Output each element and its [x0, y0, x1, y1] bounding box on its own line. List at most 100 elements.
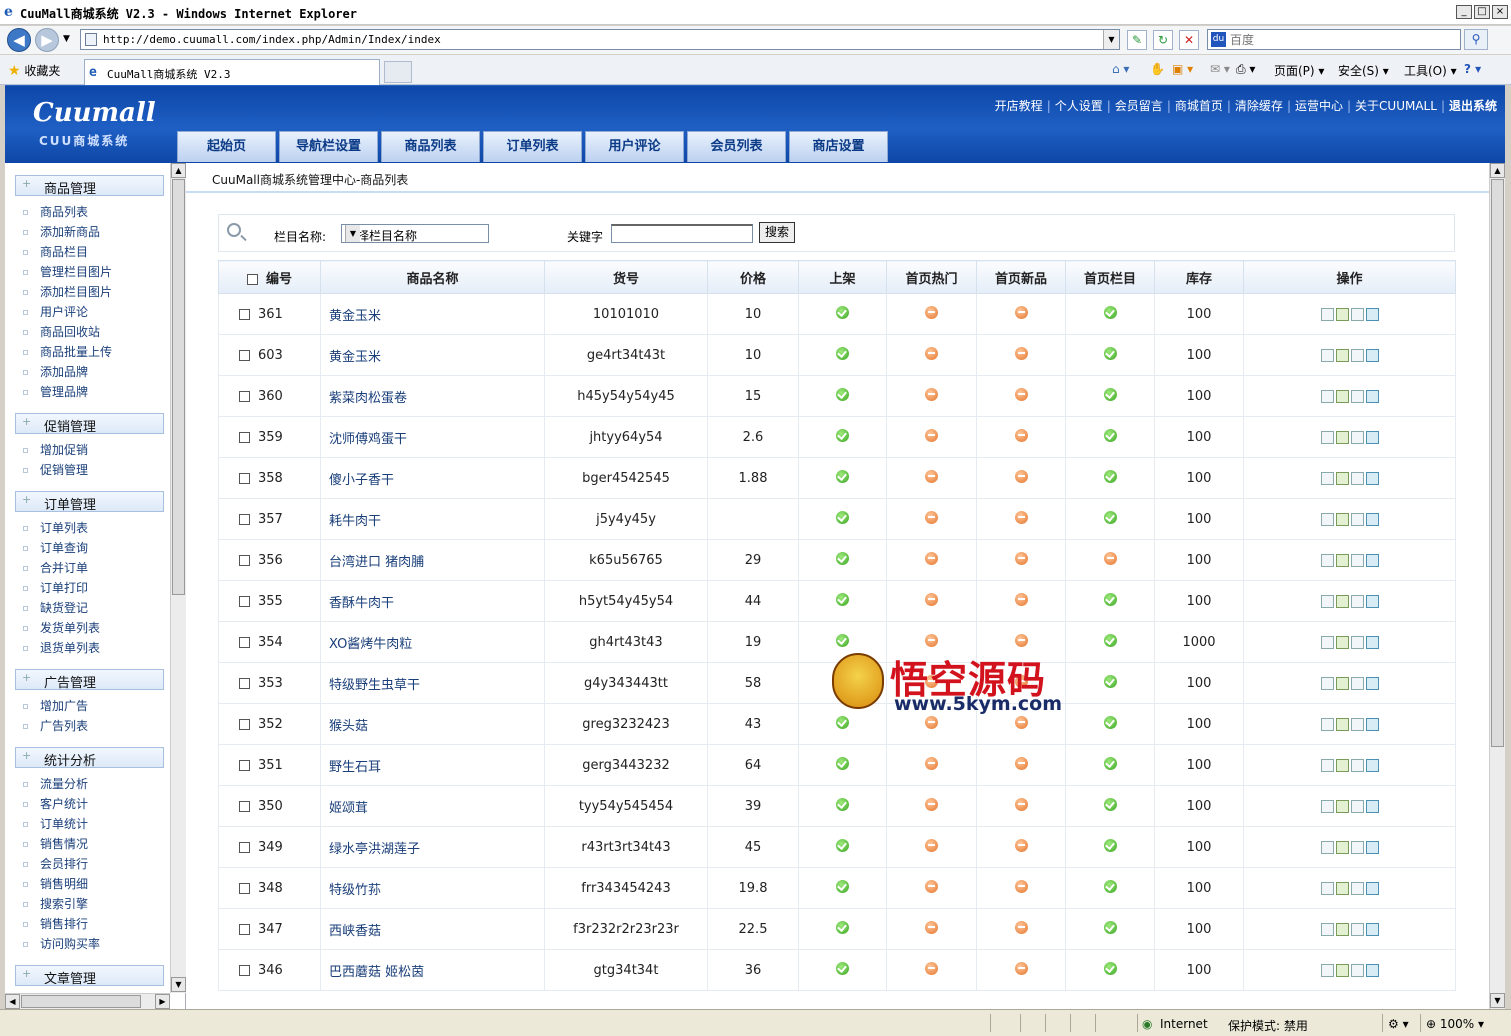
cell-name[interactable]: 特级竹荪	[320, 867, 545, 909]
row-checkbox[interactable]	[239, 800, 250, 812]
tab-order-list[interactable]: 订单列表	[483, 131, 582, 162]
no-icon[interactable]	[1014, 346, 1028, 360]
compat-view-icon[interactable]: ✎	[1127, 30, 1147, 50]
sidebar-item[interactable]: 订单统计	[23, 815, 88, 832]
sidebar-item[interactable]: 会员排行	[23, 855, 88, 872]
no-icon[interactable]	[1014, 469, 1028, 483]
copy-icon[interactable]	[1350, 389, 1364, 403]
copy-icon[interactable]	[1350, 512, 1364, 526]
view-icon[interactable]	[1320, 922, 1334, 936]
copy-icon[interactable]	[1350, 553, 1364, 567]
sidebar-item[interactable]: 销售明细	[23, 875, 88, 892]
edit-icon[interactable]	[1335, 553, 1349, 567]
yes-icon[interactable]	[836, 756, 849, 770]
address-dropdown-icon[interactable]: ▼	[1103, 30, 1119, 49]
yes-icon[interactable]	[1103, 633, 1117, 647]
delete-icon[interactable]	[1365, 881, 1379, 895]
edit-icon[interactable]	[1335, 389, 1349, 403]
logout-link[interactable]: 退出系统	[1449, 99, 1497, 113]
copy-icon[interactable]	[1350, 307, 1364, 321]
sidebar-item[interactable]: 发货单列表	[23, 619, 100, 636]
yes-icon[interactable]	[836, 387, 849, 401]
row-checkbox[interactable]	[239, 964, 250, 976]
copy-icon[interactable]	[1350, 963, 1364, 977]
sidebar-item[interactable]: 增加促销	[23, 441, 88, 458]
edit-icon[interactable]	[1335, 594, 1349, 608]
scroll-left-icon[interactable]: ◀	[5, 994, 20, 1009]
link-open-tutorial[interactable]: 开店教程	[995, 99, 1043, 113]
view-icon[interactable]	[1320, 758, 1334, 772]
no-icon[interactable]	[1103, 551, 1117, 565]
cell-name[interactable]: 姬颂茸	[320, 785, 545, 827]
sidebar-group[interactable]: + 文章管理	[15, 965, 164, 987]
refresh-icon[interactable]: ↻	[1153, 30, 1173, 50]
edit-icon[interactable]	[1335, 840, 1349, 854]
no-icon[interactable]	[925, 920, 938, 934]
browser-tab[interactable]: e CuuMall商城系统 V2.3	[84, 59, 380, 85]
row-checkbox[interactable]	[239, 677, 250, 689]
address-bar[interactable]: http://demo.cuumall.com/index.php/Admin/…	[80, 29, 1120, 50]
yes-icon[interactable]	[836, 879, 849, 893]
cell-name[interactable]: 西峡香菇	[320, 908, 545, 950]
delete-icon[interactable]	[1365, 389, 1379, 403]
row-checkbox[interactable]	[239, 472, 250, 484]
delete-icon[interactable]	[1365, 635, 1379, 649]
back-button[interactable]: ◀	[7, 28, 31, 52]
zoom-control[interactable]: ⊕ 100% ▾	[1426, 1017, 1484, 1031]
copy-icon[interactable]	[1350, 471, 1364, 485]
no-icon[interactable]	[1014, 838, 1028, 852]
cell-name[interactable]: 沈师傅鸡蛋干	[320, 416, 545, 458]
yes-icon[interactable]	[836, 346, 849, 360]
sidebar-group[interactable]: + 商品管理	[15, 175, 164, 197]
copy-icon[interactable]	[1350, 676, 1364, 690]
yes-icon[interactable]	[836, 920, 849, 934]
page-menu[interactable]: 页面(P) ▾	[1274, 62, 1324, 79]
yes-icon[interactable]	[1103, 797, 1117, 811]
no-icon[interactable]	[1014, 551, 1028, 565]
copy-icon[interactable]	[1350, 840, 1364, 854]
copy-icon[interactable]	[1350, 430, 1364, 444]
no-icon[interactable]	[1014, 633, 1028, 647]
no-icon[interactable]	[1014, 879, 1028, 893]
sidebar-hscrollbar[interactable]: ◀ ▶	[5, 993, 170, 1009]
sidebar-item[interactable]: 添加栏目图片	[23, 283, 112, 300]
edit-icon[interactable]	[1335, 799, 1349, 813]
sidebar-item[interactable]: 客户统计	[23, 795, 88, 812]
search-box[interactable]: du	[1207, 29, 1461, 50]
yes-icon[interactable]	[1103, 961, 1117, 975]
sidebar-item[interactable]: 退货单列表	[23, 639, 100, 656]
yes-icon[interactable]	[836, 961, 849, 975]
no-icon[interactable]	[1014, 428, 1028, 442]
no-icon[interactable]	[1014, 797, 1028, 811]
no-icon[interactable]	[925, 346, 938, 360]
sidebar-item[interactable]: 搜索引擎	[23, 895, 88, 912]
edit-icon[interactable]	[1335, 963, 1349, 977]
edit-icon[interactable]	[1335, 512, 1349, 526]
scroll-up-icon[interactable]: ▲	[171, 163, 186, 178]
yes-icon[interactable]	[1103, 469, 1117, 483]
view-icon[interactable]	[1320, 676, 1334, 690]
edit-icon[interactable]	[1335, 676, 1349, 690]
yes-icon[interactable]	[836, 428, 849, 442]
scroll-down-icon[interactable]: ▼	[171, 977, 186, 992]
link-operations-center[interactable]: 运营中心	[1295, 99, 1343, 113]
delete-icon[interactable]	[1365, 594, 1379, 608]
edit-icon[interactable]	[1335, 471, 1349, 485]
security-icon[interactable]: ⚙ ▾	[1388, 1017, 1409, 1031]
view-icon[interactable]	[1320, 553, 1334, 567]
tab-product-list[interactable]: 商品列表	[381, 131, 480, 162]
no-icon[interactable]	[1014, 510, 1028, 524]
copy-icon[interactable]	[1350, 922, 1364, 936]
delete-icon[interactable]	[1365, 676, 1379, 690]
view-icon[interactable]	[1320, 471, 1334, 485]
no-icon[interactable]	[925, 961, 938, 975]
sidebar-item[interactable]: 销售排行	[23, 915, 88, 932]
view-icon[interactable]	[1320, 594, 1334, 608]
no-icon[interactable]	[1014, 592, 1028, 606]
tab-user-reviews[interactable]: 用户评论	[585, 131, 684, 162]
search-button[interactable]: 搜索	[759, 222, 795, 243]
close-window-button[interactable]: ×	[1492, 5, 1508, 19]
row-checkbox[interactable]	[239, 636, 250, 648]
delete-icon[interactable]	[1365, 840, 1379, 854]
view-icon[interactable]	[1320, 348, 1334, 362]
